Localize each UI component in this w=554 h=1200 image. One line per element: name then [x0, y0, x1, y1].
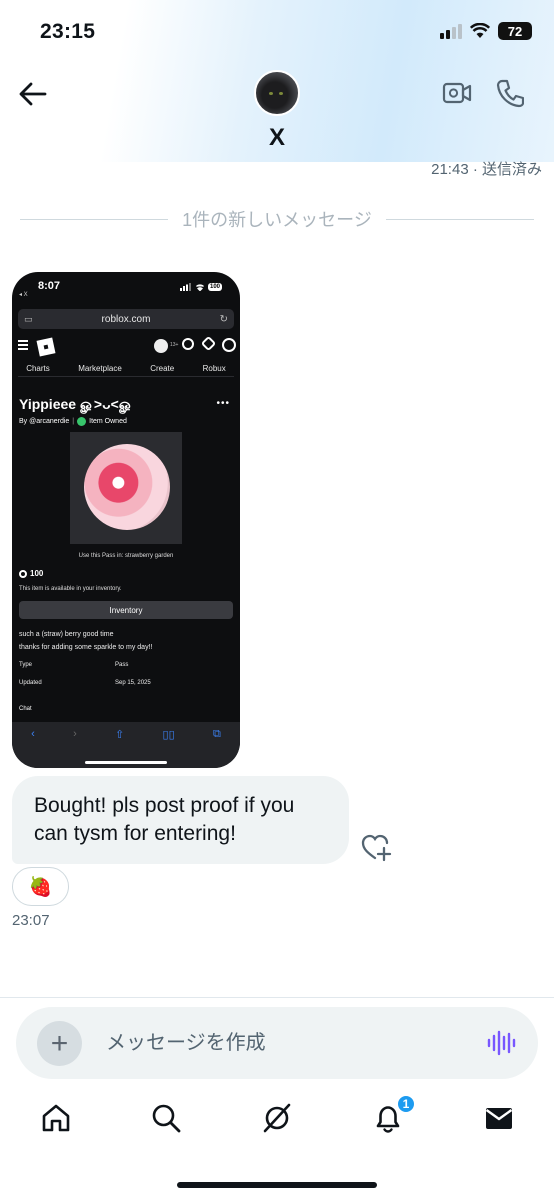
- tab-search[interactable]: [148, 1098, 184, 1138]
- new-messages-divider: 1件の新しいメッセージ: [20, 206, 534, 232]
- attachment-status: 100: [179, 283, 222, 291]
- browser-forward-icon: ›: [73, 728, 77, 740]
- attachment-menu-icon: [18, 340, 28, 350]
- attachment-tab: Charts: [26, 364, 50, 373]
- attached-screenshot[interactable]: ◂ X 8:07 100 ▭ roblox.com ↻ 13+ Charts Mar…: [12, 272, 240, 768]
- contact-avatar[interactable]: [254, 70, 300, 116]
- attachment-separator: [18, 376, 234, 377]
- robux-icon: [19, 569, 27, 578]
- attachment-updated-value: Sep 15, 2025: [115, 680, 151, 686]
- reaction-chip[interactable]: 🍓: [12, 867, 69, 906]
- attachment-search-icon: [182, 338, 194, 350]
- attachment-creator-row: By @arcanerdie | Item Owned: [19, 417, 127, 426]
- message-composer: +: [16, 1007, 538, 1079]
- tabs-icon: ⧉: [212, 728, 221, 740]
- home-indicator: [177, 1182, 377, 1188]
- attachment-type-value: Pass: [115, 662, 129, 668]
- status-time: 23:15: [40, 20, 96, 43]
- attachment-price: 100: [19, 569, 43, 578]
- attachment-use-in: Use this Pass in: strawberry garden: [78, 553, 174, 559]
- check-circle-icon: [77, 417, 87, 426]
- attachment-tab: Robux: [202, 364, 226, 373]
- message-bubble[interactable]: Bought! pls post proof if you can tysm f…: [12, 776, 349, 864]
- message-input[interactable]: [106, 1027, 466, 1059]
- attachment-item-title: Yippieee ௐ>ᴗ<ௐ: [19, 396, 133, 412]
- attachment-battery: 100: [207, 283, 222, 291]
- contact-name[interactable]: X: [0, 124, 554, 152]
- new-messages-label: 1件の新しいメッセージ: [182, 210, 372, 230]
- phone-icon[interactable]: [496, 78, 524, 108]
- attachment-availability: This item is available in your inventory…: [19, 586, 122, 592]
- grok-icon: [263, 1103, 291, 1133]
- home-icon: [42, 1104, 70, 1132]
- battery-indicator: 72: [498, 22, 532, 40]
- heart-plus-icon[interactable]: [360, 832, 392, 862]
- attachment-robux-icon: [200, 335, 217, 352]
- attachment-inventory-button: Inventory: [19, 601, 233, 619]
- attachment-price-value: 100: [30, 569, 44, 578]
- attachment-more-icon: •••: [216, 398, 230, 409]
- tab-messages[interactable]: [481, 1098, 517, 1138]
- previous-message-timestamp: 21:43 · 送信済み: [431, 161, 542, 178]
- mail-icon: [485, 1108, 513, 1129]
- plus-icon[interactable]: +: [37, 1021, 82, 1066]
- attachment-description-line: such a (straw) berry good time: [19, 631, 114, 638]
- attachment-age-tag: 13+: [170, 342, 179, 348]
- attachment-tab: Create: [150, 364, 175, 373]
- notification-badge: 1: [396, 1094, 416, 1114]
- composer-divider: [0, 997, 554, 998]
- divider-line: [20, 218, 169, 220]
- attachment-type-label: Type: [19, 662, 33, 668]
- attachment-home-indicator: [85, 761, 167, 764]
- attachment-tabs: Charts Marketplace Create Robux: [12, 364, 240, 373]
- divider-line: [385, 218, 534, 220]
- attachment-back-label: ◂ X: [19, 292, 28, 298]
- wifi-icon: [470, 23, 490, 38]
- search-icon: [152, 1104, 181, 1133]
- bottom-tab-bar: 1: [0, 1094, 554, 1148]
- attachment-item-artwork: [70, 432, 182, 544]
- attachment-time: 8:07: [38, 280, 61, 292]
- tab-grok[interactable]: [259, 1098, 295, 1138]
- attachment-updated-label: Updated: [19, 680, 42, 686]
- attachment-settings-icon: [222, 338, 236, 352]
- attachment-description: such a (straw) berry good time thanks fo…: [19, 628, 152, 654]
- back-arrow-icon[interactable]: [18, 80, 48, 108]
- attachment-tab: Marketplace: [78, 364, 122, 373]
- voice-waveform-icon[interactable]: [486, 1029, 516, 1057]
- video-camera-icon[interactable]: [442, 80, 472, 106]
- attachment-chat-label: Chat: [19, 706, 32, 712]
- browser-back-icon: ‹: [31, 728, 35, 740]
- message-timestamp: 23:07: [12, 912, 50, 929]
- cell-signal-icon: [440, 23, 462, 39]
- attachment-updated-row: Updated Sep 15, 2025: [19, 680, 151, 686]
- status-indicators: 72: [440, 22, 532, 40]
- attachment-url-bar: ▭ roblox.com ↻: [18, 309, 234, 329]
- attachment-site-nav: 13+: [18, 335, 236, 357]
- attachment-avatar-icon: [154, 339, 168, 353]
- attachment-creator: By @arcanerdie: [19, 418, 70, 425]
- attachment-owned-label: Item Owned: [89, 418, 127, 425]
- attachment-roblox-logo: [36, 337, 56, 357]
- attachment-description-line: thanks for adding some sparkle to my day…: [19, 644, 153, 651]
- tab-home[interactable]: [38, 1098, 74, 1138]
- attachment-type-row: Type Pass: [19, 662, 128, 668]
- attachment-url: roblox.com: [101, 313, 151, 325]
